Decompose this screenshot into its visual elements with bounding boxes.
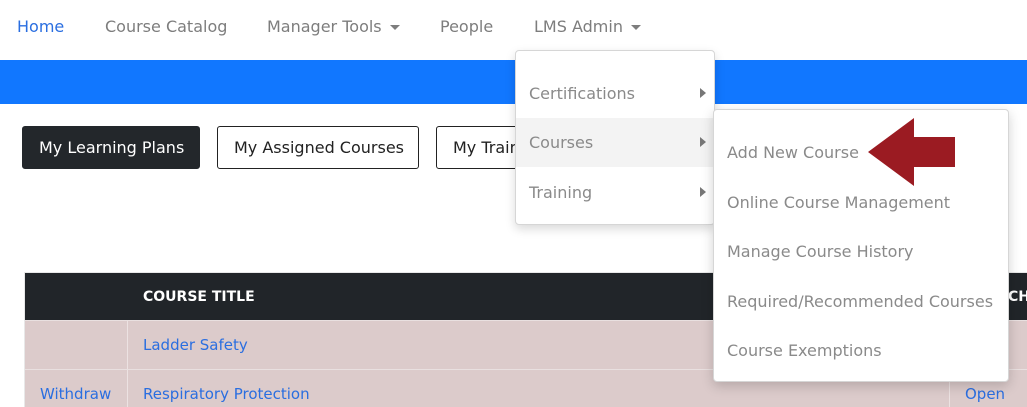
cell-divider <box>127 370 128 407</box>
red-arrow-icon <box>868 118 955 186</box>
nav-manager-tools-label: Manager Tools <box>267 17 382 36</box>
my-learning-plans-button[interactable]: My Learning Plans <box>22 126 200 169</box>
course-title-link[interactable]: Ladder Safety <box>143 336 248 354</box>
nav-course-catalog[interactable]: Course Catalog <box>105 17 227 36</box>
caret-right-icon <box>700 88 706 98</box>
nav-home[interactable]: Home <box>17 17 64 36</box>
my-assigned-courses-button[interactable]: My Assigned Courses <box>217 126 419 169</box>
blue-banner <box>0 60 1027 104</box>
menu-item-label: Courses <box>529 133 594 152</box>
caret-down-icon <box>630 25 641 30</box>
course-title-link[interactable]: Respiratory Protection <box>143 385 310 403</box>
column-header-partial: CH/ <box>1008 289 1027 305</box>
menu-item-certifications[interactable]: Certifications <box>516 69 714 118</box>
submenu-item-manage-course-history[interactable]: Manage Course History <box>727 242 914 261</box>
menu-item-label: Certifications <box>529 84 635 103</box>
caret-right-icon <box>700 137 706 147</box>
submenu-item-course-exemptions[interactable]: Course Exemptions <box>727 341 882 360</box>
withdraw-link[interactable]: Withdraw <box>40 385 111 403</box>
menu-item-training[interactable]: Training <box>516 168 714 217</box>
courses-submenu: Add New Course Online Course Management … <box>713 109 1009 382</box>
cell-divider <box>127 321 128 369</box>
column-header-course-title: COURSE TITLE <box>143 289 255 305</box>
submenu-item-add-new-course[interactable]: Add New Course <box>727 143 859 162</box>
menu-item-courses[interactable]: Courses <box>516 118 714 167</box>
caret-down-icon <box>389 25 400 30</box>
nav-lms-admin-label: LMS Admin <box>534 17 623 36</box>
nav-manager-tools[interactable]: Manager Tools <box>267 17 400 36</box>
caret-right-icon <box>700 187 706 197</box>
nav-people[interactable]: People <box>440 17 493 36</box>
top-navigation: Home Course Catalog Manager Tools People… <box>0 0 1027 56</box>
menu-item-label: Training <box>529 183 593 202</box>
open-link[interactable]: Open <box>965 385 1005 403</box>
submenu-item-required-recommended-courses[interactable]: Required/Recommended Courses <box>727 292 993 311</box>
lms-admin-dropdown: Certifications Courses Training <box>515 50 715 225</box>
nav-lms-admin[interactable]: LMS Admin <box>534 17 641 36</box>
submenu-item-online-course-management[interactable]: Online Course Management <box>727 193 950 212</box>
